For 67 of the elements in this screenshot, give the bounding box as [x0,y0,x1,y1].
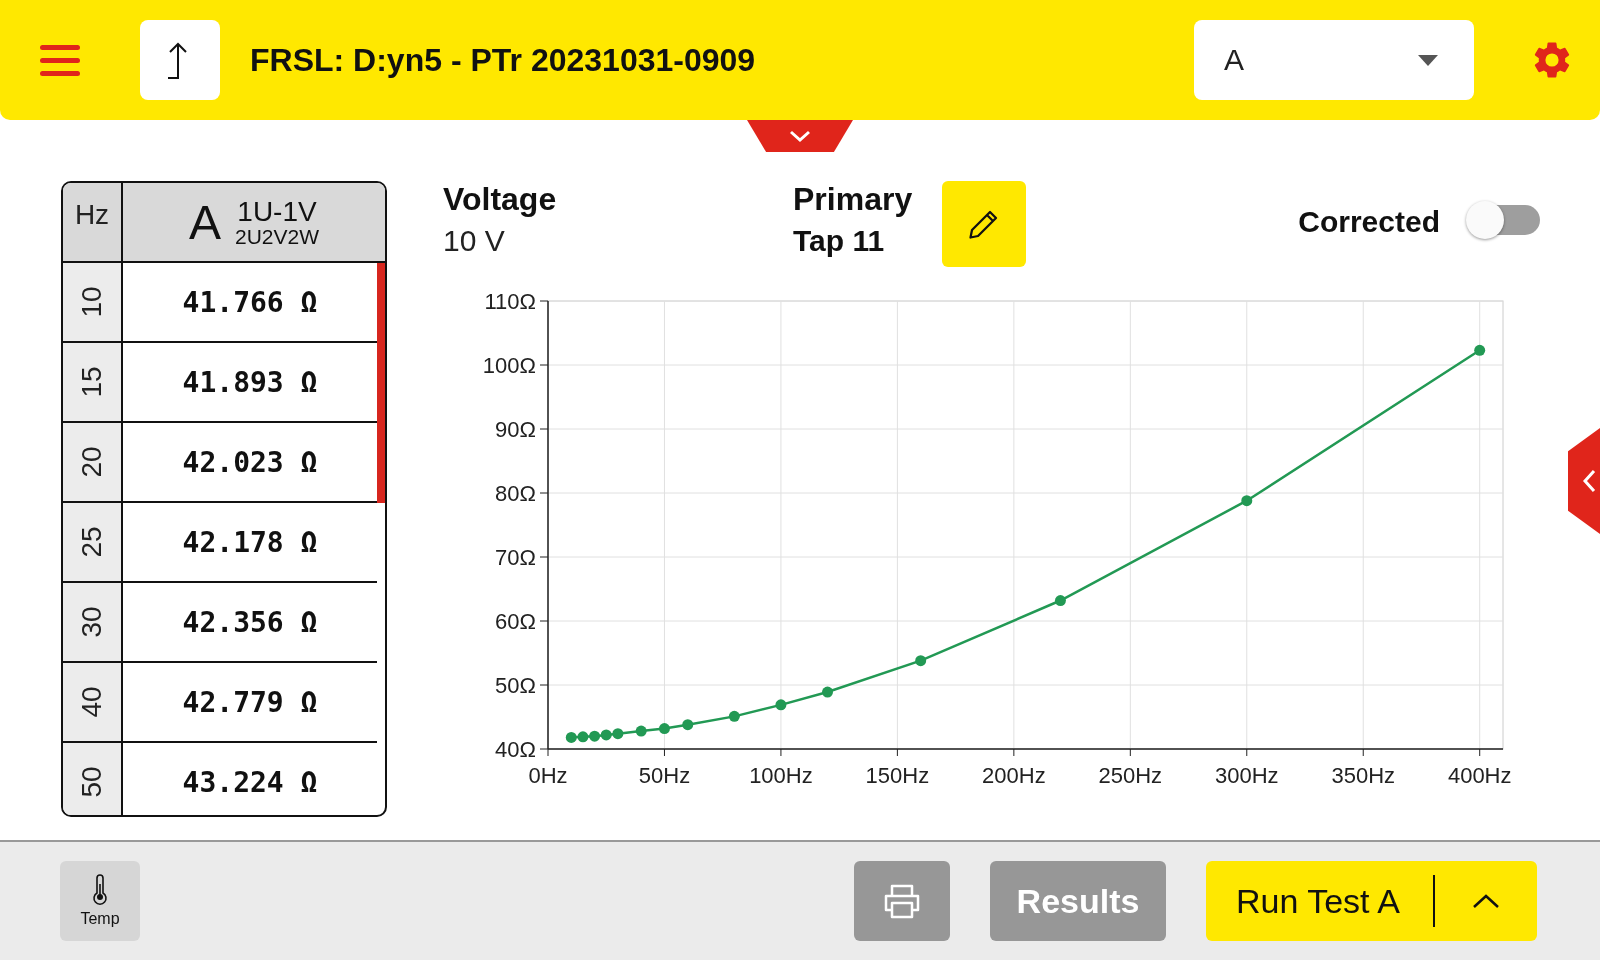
y-tick-label: 80Ω [495,481,536,506]
table-cell: 15 [63,343,123,423]
voltage-value: 10 V [443,224,506,258]
data-point [589,730,601,742]
voltage-label: Voltage [443,181,558,218]
data-point [635,725,647,737]
x-tick-label: 300Hz [1215,763,1279,788]
table-cell: 42.779 Ω [123,663,377,743]
scrollbar[interactable] [377,263,385,503]
edit-button[interactable] [942,181,1027,267]
printer-icon [882,883,922,919]
y-tick-label: 90Ω [495,417,536,442]
table-cell: 43.224 Ω [123,743,377,815]
table-cell: 50 [63,743,123,815]
x-tick-label: 100Hz [749,763,813,788]
table-cell: 20 [63,423,123,503]
data-point [565,732,577,743]
x-tick-label: 0Hz [528,763,568,788]
run-test-button[interactable]: Run Test A [1206,875,1435,927]
table-cell: 40 [63,663,123,743]
y-tick-label: 70Ω [495,545,536,570]
data-point [822,686,833,698]
dropdown[interactable]: A [1194,20,1474,100]
y-tick-label: 50Ω [495,673,536,698]
data-point [1474,344,1486,356]
x-tick-label: 50Hz [638,763,691,788]
data-point [915,655,927,667]
winding-label: 1U-1V [237,197,317,226]
x-tick-label: 400Hz [1447,763,1512,788]
table-cell: 10 [63,263,123,343]
x-tick-label: 200Hz [982,763,1046,788]
data-point [728,710,740,722]
data-point [775,699,787,711]
table-cell: 30 [63,583,123,663]
x-tick-label: 350Hz [1331,763,1396,788]
tap-value: Tap 11 [793,224,886,258]
thermometer-icon [92,874,108,906]
y-tick-label: 110Ω [484,291,536,314]
y-tick-label: 40Ω [495,737,536,762]
winding-label: 2U2V2W [235,225,319,247]
data-point [1241,495,1253,507]
y-tick-label: 60Ω [495,609,536,634]
chevron-left-icon [1582,469,1596,493]
winding-label: Primary [793,181,913,218]
x-tick-label: 250Hz [1098,763,1163,788]
caret-icon [1418,54,1438,66]
page-title: FRSL: D:yn5 - PTr 20231031-0909 [250,41,757,79]
data-point [1054,595,1066,606]
data-point [600,729,612,741]
table-cell: 25 [63,503,123,583]
corrected-label: Corrected [1298,205,1440,239]
column-header: A [188,194,221,250]
print-button[interactable] [854,861,950,941]
temp-button[interactable]: Temp [60,861,140,941]
data-point [577,731,589,743]
menu-icon[interactable] [40,43,80,77]
x-tick-label: 150Hz [865,763,930,788]
upload-button[interactable] [140,20,220,100]
caret-up-icon [1472,893,1500,909]
data-point [682,719,694,731]
table-cell: 42.178 Ω [123,503,377,583]
data-point [658,723,670,734]
table-cell: 42.356 Ω [123,583,377,663]
data-point [612,728,624,740]
y-tick-label: 100Ω [482,353,536,378]
chevron-down-icon [789,130,811,142]
column-header: Hz [63,183,123,261]
